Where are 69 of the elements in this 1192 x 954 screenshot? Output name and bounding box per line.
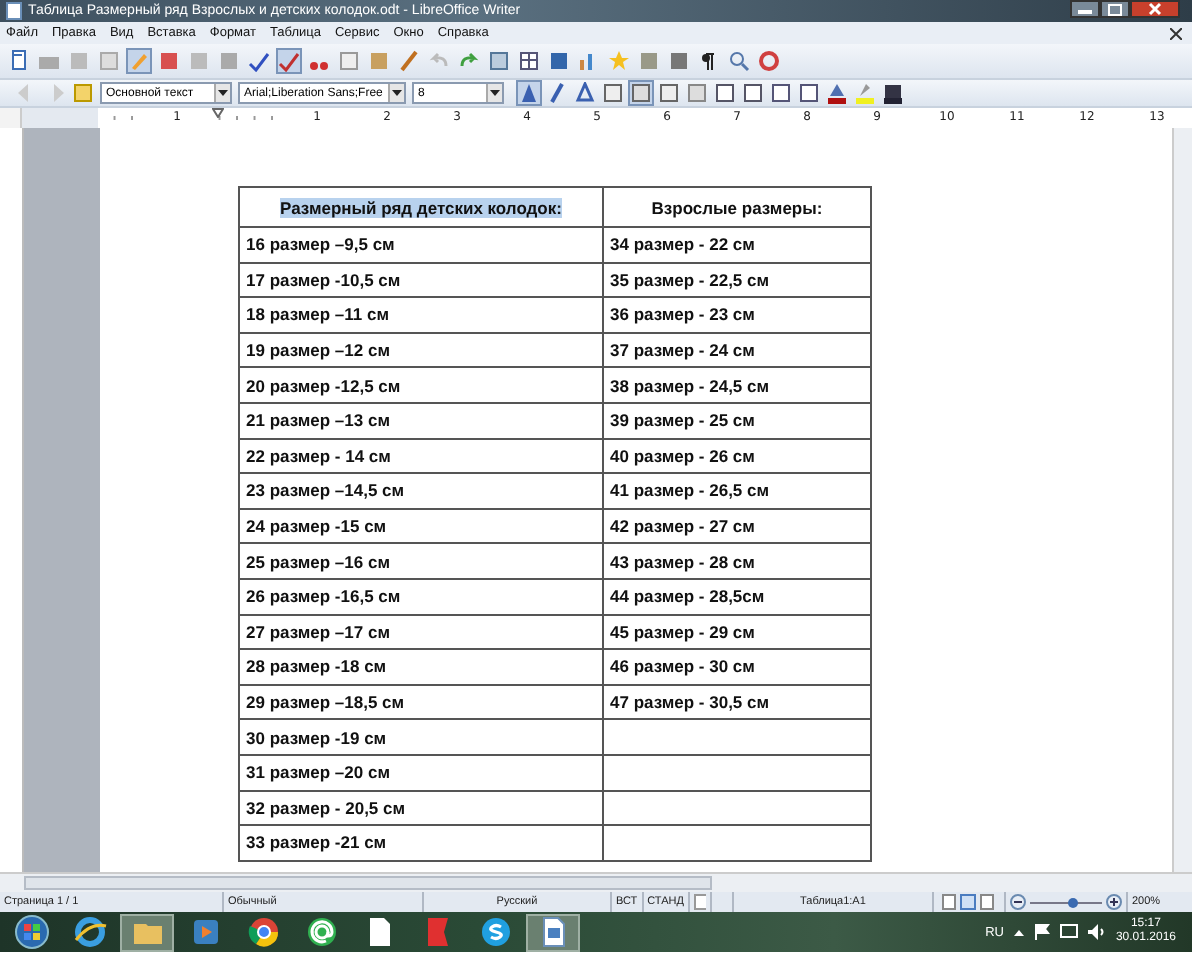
horizontal-scrollbar[interactable]	[0, 872, 1192, 892]
table-cell: 23 размер –14,5 см	[239, 473, 603, 509]
table-cell: 46 размер - 30 см	[603, 649, 871, 685]
skype-icon[interactable]	[477, 914, 513, 950]
table-cell: 32 размер - 20,5 см	[239, 790, 603, 826]
header-text: Размерный ряд детских колодок:	[280, 197, 562, 217]
pilcrow-icon[interactable]	[698, 50, 720, 72]
page-layout-icons[interactable]	[942, 894, 995, 910]
table-cell: 25 размер –16 см	[239, 543, 603, 579]
speaker-icon[interactable]	[1087, 924, 1106, 940]
flag-icon[interactable]	[1033, 924, 1050, 940]
table-cell: 45 размер - 29 см	[603, 614, 871, 650]
vertical-scrollbar[interactable]	[1172, 128, 1192, 872]
document-icon	[693, 894, 706, 910]
table-cell: 34 размер - 22 см	[603, 227, 871, 263]
table-cell: 18 размер –11 см	[239, 297, 603, 333]
table-cell: 21 размер –13 см	[239, 402, 603, 439]
table-cell: 17 размер -10,5 см	[239, 262, 603, 298]
zoom-icon[interactable]	[728, 50, 750, 72]
table-cell: 29 размер –18,5 см	[239, 684, 603, 720]
table-cell: 37 размер - 24 см	[603, 332, 871, 368]
table-cell: 30 размер -19 см	[239, 719, 603, 755]
table-cell: 20 размер -12,5 см	[239, 367, 603, 403]
dropdown-arrow-icon[interactable]	[218, 90, 228, 96]
at-sign-icon[interactable]	[303, 914, 339, 950]
dropdown-arrow-icon[interactable]	[490, 90, 500, 96]
close-button[interactable]	[1130, 0, 1180, 18]
lifebuoy-icon[interactable]	[758, 50, 780, 72]
tray-arrow-icon[interactable]	[1013, 929, 1024, 935]
zoom-out-icon[interactable]	[1009, 894, 1026, 910]
minimize-button[interactable]	[1070, 0, 1100, 18]
star-icon[interactable]	[608, 50, 630, 72]
table-cell: 36 размер - 23 см	[603, 297, 871, 333]
table-cell: 38 размер - 24,5 см	[603, 367, 871, 403]
table-cell: 33 размер -21 см	[239, 825, 603, 861]
table-cell: 26 размер -16,5 см	[239, 578, 603, 615]
header-text: Взрослые размеры:	[651, 197, 823, 217]
table-cell: 47 размер - 30,5 см	[603, 684, 871, 720]
table-cell: 44 размер - 28,5см	[603, 578, 871, 615]
dropdown-arrow-icon[interactable]	[392, 90, 402, 96]
table-cell: 41 размер - 26,5 см	[603, 473, 871, 509]
table-cell: 27 размер –17 см	[239, 614, 603, 650]
table-cell: 40 размер - 26 см	[603, 438, 871, 474]
table-cell: 42 размер - 27 см	[603, 508, 871, 544]
start-button[interactable]	[13, 914, 49, 950]
spellcheck-icon[interactable]	[248, 50, 270, 72]
network-icon[interactable]	[1059, 924, 1078, 940]
zoom-in-icon[interactable]	[1105, 894, 1122, 910]
styles-icon[interactable]	[72, 82, 94, 104]
table-cell: 39 размер - 25 см	[603, 402, 871, 439]
table-icon[interactable]	[518, 50, 540, 72]
table-cell: 19 размер –12 см	[239, 332, 603, 368]
chrome-icon[interactable]	[245, 914, 281, 950]
browser-icon[interactable]	[71, 914, 107, 950]
font-color-icon[interactable]	[826, 82, 848, 104]
table-cell: 16 размер –9,5 см	[239, 227, 603, 263]
new-document-icon[interactable]	[8, 50, 30, 72]
table-cell: 31 размер –20 см	[239, 754, 603, 790]
table-cell: 24 размер -15 см	[239, 508, 603, 544]
close-icon[interactable]	[1170, 27, 1182, 39]
table-cell: 35 размер - 22,5 см	[603, 262, 871, 298]
table-cell: 22 размер - 14 см	[239, 438, 603, 474]
document-icon	[6, 2, 22, 20]
redo-icon[interactable]	[458, 50, 480, 72]
zoom-slider-thumb[interactable]	[1067, 897, 1078, 907]
spellcheck-icon[interactable]	[278, 50, 300, 72]
table-cell: 43 размер - 28 см	[603, 543, 871, 579]
table-cell: 28 размер -18 см	[239, 649, 603, 685]
maximize-button[interactable]	[1100, 0, 1130, 18]
